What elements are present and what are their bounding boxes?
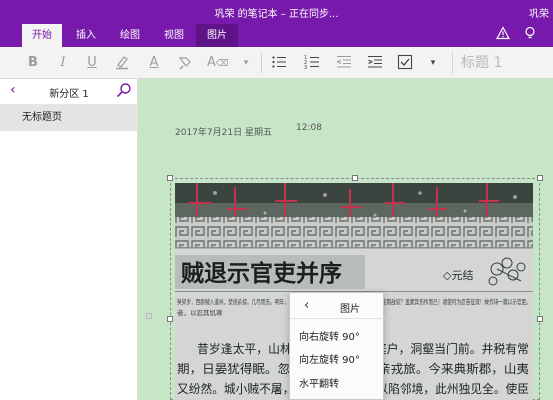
resize-handle-top-left[interactable] [167, 175, 173, 181]
flip-horizontal-item[interactable]: 水平翻转 [299, 375, 339, 390]
tab-draw[interactable]: 绘图 [110, 24, 150, 47]
warning-icon[interactable] [495, 26, 511, 42]
chevron-down-icon[interactable]: ▾ [237, 54, 255, 72]
format-painter-icon[interactable] [176, 54, 194, 72]
font-color-icon[interactable]: A [145, 54, 163, 72]
underline-icon[interactable]: U [83, 54, 101, 72]
note-date: 2017年7月21日 星期五 [175, 128, 272, 138]
bold-icon[interactable]: B [24, 54, 42, 72]
page-item[interactable]: 无标题页 [0, 105, 138, 131]
checkbox-tag-icon[interactable] [396, 54, 414, 72]
context-menu-header: ‹ 图片 [290, 293, 385, 319]
rotate-right-item[interactable]: 向右旋转 90° [299, 328, 360, 343]
navigation-pane: ‹ 新分区 1 无标题页 [0, 79, 138, 400]
tab-view[interactable]: 视图 [154, 24, 194, 47]
resize-handle-left[interactable] [167, 316, 173, 322]
tab-home[interactable]: 开始 [22, 24, 62, 47]
svg-text:3: 3 [304, 65, 307, 70]
photo-intro-text-continued: 者，以忍其饥寒 [177, 308, 223, 317]
tags-chevron-down-icon[interactable]: ▾ [424, 54, 442, 72]
ribbon-toolbar: B I U A A⌫ ▾ 123 ▾ 标题 1 [0, 47, 553, 79]
resize-handle-top-right[interactable] [537, 175, 543, 181]
tab-picture[interactable]: 图片 [196, 24, 238, 47]
clear-format-icon[interactable]: A⌫ [207, 54, 229, 72]
decrease-indent-icon[interactable] [335, 54, 353, 72]
increase-indent-icon[interactable] [366, 54, 384, 72]
title-bar: 巩荣 的笔记本 – 正在同步... 巩荣 [0, 0, 553, 22]
context-menu-title: 图片 [340, 304, 360, 315]
photo-headline: 贼退示官吏并序 [180, 260, 342, 287]
style-selector[interactable]: 标题 1 [452, 51, 553, 75]
ribbon-separator [261, 53, 262, 73]
italic-icon[interactable]: I [54, 54, 72, 72]
picture-context-menu: ‹ 图片 向右旋转 90° 向左旋转 90° 水平翻转 [289, 292, 385, 400]
paragraph-handle[interactable] [146, 313, 152, 319]
resize-handle-right[interactable] [537, 316, 543, 322]
numbered-list-icon[interactable]: 123 [303, 54, 321, 72]
bullet-list-icon[interactable] [270, 54, 288, 72]
user-name[interactable]: 巩荣 [529, 5, 549, 20]
photo-author: ◇元结 [443, 269, 473, 282]
search-icon[interactable] [116, 82, 132, 98]
ribbon-tab-row: 开始 插入 绘图 视图 图片 [0, 22, 553, 47]
resize-handle-top[interactable] [352, 175, 358, 181]
tab-insert[interactable]: 插入 [66, 24, 106, 47]
rotate-left-item[interactable]: 向左旋转 90° [299, 351, 360, 366]
chevron-left-icon[interactable]: ‹ [304, 298, 309, 313]
section-header: ‹ 新分区 1 [0, 79, 138, 105]
lightbulb-icon[interactable] [522, 26, 538, 42]
window-title: 巩荣 的笔记本 – 正在同步... [214, 9, 339, 20]
highlight-icon[interactable] [113, 54, 131, 72]
note-time: 12:08 [296, 123, 322, 133]
